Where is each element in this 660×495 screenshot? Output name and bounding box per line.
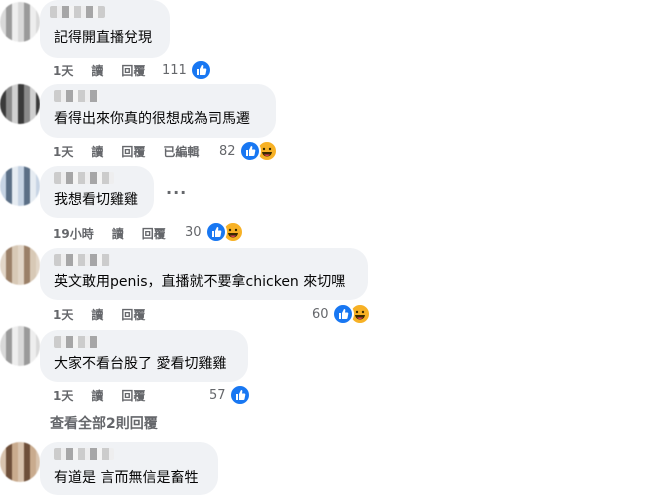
avatar[interactable] <box>0 442 40 482</box>
edited-label[interactable]: 已編輯 <box>163 143 199 160</box>
avatar[interactable] <box>0 166 40 206</box>
reaction-count: 57 <box>209 387 226 403</box>
reply-button[interactable]: 回覆 <box>121 143 145 160</box>
reaction-count: 82 <box>219 143 236 159</box>
like-icon <box>238 140 261 162</box>
comment-actions: 1天 讀 回覆 <box>53 62 163 79</box>
reaction-summary[interactable]: 60 <box>312 303 371 325</box>
reply-button[interactable]: 回覆 <box>121 306 145 323</box>
comment-text: 看得出來你真的很想成為司馬遷 <box>54 111 250 127</box>
like-icon <box>331 303 354 325</box>
commenter-name[interactable] <box>54 90 99 102</box>
more-options-button[interactable]: ··· <box>166 183 187 202</box>
comment-bubble: 有道是 言而無信是畜牲 <box>40 442 218 495</box>
view-more-replies-link[interactable]: 查看全部2則回覆 <box>50 413 158 433</box>
read-button[interactable]: 讀 <box>91 306 103 323</box>
comment-time[interactable]: 19小時 <box>53 225 94 242</box>
avatar[interactable] <box>0 326 40 366</box>
comment-time[interactable]: 1天 <box>53 306 73 323</box>
comment-bubble: 英文敢用penis，直播就不要拿chicken 來切嘿 <box>40 248 368 300</box>
like-icon <box>204 221 227 243</box>
comment-time[interactable]: 1天 <box>53 387 73 404</box>
comment-bubble: 記得開直播兌現 <box>40 0 170 58</box>
comment-bubble: 看得出來你真的很想成為司馬遷 <box>40 84 276 138</box>
commenter-name[interactable] <box>50 6 105 18</box>
avatar[interactable] <box>0 84 40 124</box>
reaction-summary[interactable]: 30 <box>185 221 244 243</box>
commenter-name[interactable] <box>54 336 98 348</box>
comment-time[interactable]: 1天 <box>53 143 73 160</box>
commenter-name[interactable] <box>54 448 114 460</box>
reaction-summary[interactable]: 57 <box>209 384 251 406</box>
commenter-name[interactable] <box>54 254 110 266</box>
comment-text: 英文敢用penis，直播就不要拿chicken 來切嘿 <box>54 274 346 290</box>
comment-text: 有道是 言而無信是畜牲 <box>54 470 199 486</box>
reaction-summary[interactable]: 111 <box>162 59 212 81</box>
comment-actions: 1天 讀 回覆 <box>53 306 163 323</box>
read-button[interactable]: 讀 <box>91 387 103 404</box>
like-icon <box>189 59 212 81</box>
avatar[interactable] <box>0 2 40 42</box>
read-button[interactable]: 讀 <box>91 143 103 160</box>
comment-text: 我想看切雞雞 <box>54 192 138 208</box>
reaction-count: 60 <box>312 306 329 322</box>
commenter-name[interactable] <box>54 172 114 184</box>
reply-button[interactable]: 回覆 <box>121 62 145 79</box>
comment-text: 記得開直播兌現 <box>54 30 152 46</box>
avatar[interactable] <box>0 245 40 285</box>
comment-bubble: 我想看切雞雞 <box>40 166 154 218</box>
comment-actions: 1天 讀 回覆 已編輯 <box>53 143 217 160</box>
reaction-summary[interactable]: 82 <box>219 140 278 162</box>
reaction-count: 30 <box>185 224 202 240</box>
reply-button[interactable]: 回覆 <box>142 225 166 242</box>
comment-bubble: 大家不看台股了 愛看切雞雞 <box>40 330 248 382</box>
comment-text: 大家不看台股了 愛看切雞雞 <box>54 356 227 372</box>
comment-actions: 19小時 讀 回覆 <box>53 225 184 242</box>
read-button[interactable]: 讀 <box>112 225 124 242</box>
comment-time[interactable]: 1天 <box>53 62 73 79</box>
like-icon <box>228 384 251 406</box>
read-button[interactable]: 讀 <box>91 62 103 79</box>
reply-button[interactable]: 回覆 <box>121 387 145 404</box>
reaction-count: 111 <box>162 62 187 78</box>
comment-actions: 1天 讀 回覆 <box>53 387 163 404</box>
